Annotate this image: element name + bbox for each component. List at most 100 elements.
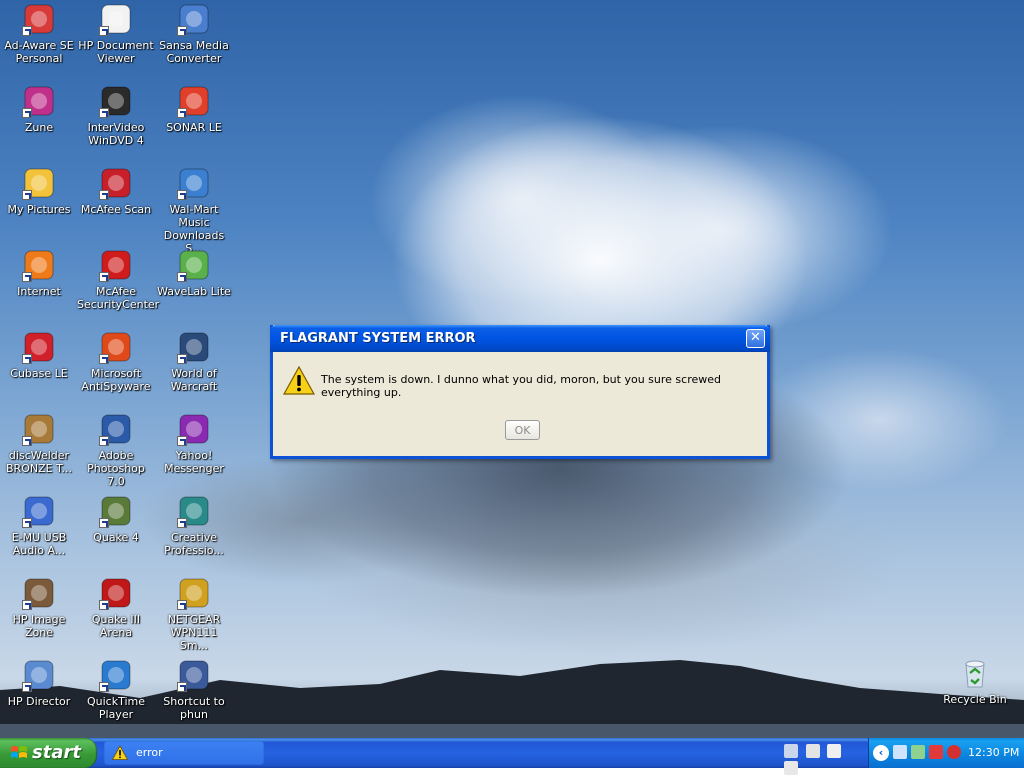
- volume-icon[interactable]: [784, 761, 798, 775]
- desktop-icon[interactable]: Zune: [0, 84, 78, 134]
- desktop-icon[interactable]: Wal-Mart Music Downloads S...: [155, 166, 233, 255]
- pen-tool-icon[interactable]: [784, 744, 798, 758]
- wow-icon: [177, 330, 211, 364]
- shortcut-arrow-icon: [99, 600, 109, 610]
- desktop-icon[interactable]: SONAR LE: [155, 84, 233, 134]
- desktop-icon-label: Creative Professio...: [164, 531, 224, 557]
- desktop-icon-label: McAfee Scan: [80, 203, 152, 216]
- desktop-icon-label: Microsoft AntiSpyware: [81, 367, 151, 393]
- ad-aware-icon: [22, 2, 56, 36]
- shortcut-arrow-icon: [177, 190, 187, 200]
- desktop-icon[interactable]: Yahoo! Messenger: [155, 412, 233, 475]
- netgear-icon: [177, 576, 211, 610]
- desktop-icon-label: HP Image Zone: [12, 613, 66, 639]
- aim-icon[interactable]: [929, 745, 943, 759]
- desktop-icon[interactable]: McAfee Scan: [77, 166, 155, 216]
- shortcut-arrow-icon: [22, 354, 32, 364]
- discwelder-icon: [22, 412, 56, 446]
- desktop-icon[interactable]: discWelder BRONZE T...: [0, 412, 78, 475]
- desktop-icon-label: InterVideo WinDVD 4: [87, 121, 145, 147]
- recycle-bin-label: Recycle Bin: [943, 693, 1007, 706]
- desktop-icon[interactable]: HP Image Zone: [0, 576, 78, 639]
- desktop-icon[interactable]: Internet: [0, 248, 78, 298]
- desktop-icon[interactable]: Shortcut to phun: [155, 658, 233, 721]
- shortcut-arrow-icon: [177, 600, 187, 610]
- display-icon[interactable]: [911, 745, 925, 759]
- desktop-icon[interactable]: NETGEAR WPN111 Sm...: [155, 576, 233, 652]
- desktop-icon-label: Ad-Aware SE Personal: [4, 39, 74, 65]
- zune-icon: [22, 84, 56, 118]
- shortcut-window-icon: [177, 658, 211, 692]
- desktop-icon[interactable]: QuickTime Player: [77, 658, 155, 721]
- shortcut-arrow-icon: [22, 108, 32, 118]
- recycle-bin[interactable]: Recycle Bin: [940, 656, 1010, 706]
- security-shield-icon[interactable]: [947, 745, 961, 759]
- wavelab-icon: [177, 248, 211, 282]
- desktop-icon[interactable]: Cubase LE: [0, 330, 78, 380]
- error-dialog: FLAGRANT SYSTEM ERROR ✕ The system is do…: [270, 325, 770, 459]
- hp-image-zone-icon: [22, 576, 56, 610]
- walmart-music-icon: [177, 166, 211, 200]
- desktop-icon[interactable]: Adobe Photoshop 7.0: [77, 412, 155, 488]
- desktop-icon-label: HP Director: [7, 695, 71, 708]
- keyboard-icon[interactable]: [805, 744, 820, 758]
- desktop-icon-label: Cubase LE: [10, 367, 68, 380]
- mcafee-securitycenter-icon: [99, 248, 133, 282]
- antispyware-icon: [99, 330, 133, 364]
- clock[interactable]: 12:30 PM: [968, 746, 1019, 759]
- desktop-icon-label: E-MU USB Audio A...: [11, 531, 67, 557]
- shortcut-arrow-icon: [22, 600, 32, 610]
- desktop-icon[interactable]: InterVideo WinDVD 4: [77, 84, 155, 147]
- desktop-icon[interactable]: HP Document Viewer: [77, 2, 155, 65]
- desktop-icon-label: Sansa Media Converter: [159, 39, 229, 65]
- close-icon: ✕: [750, 330, 761, 345]
- desktop-icon[interactable]: Creative Professio...: [155, 494, 233, 557]
- show-hidden-icons-button[interactable]: ‹: [873, 745, 889, 761]
- shortcut-arrow-icon: [22, 272, 32, 282]
- warning-icon: [283, 365, 315, 395]
- windows-flag-icon: [11, 746, 27, 758]
- quick-launch-icons: [784, 744, 864, 775]
- desktop-icon-label: Quake III Arena: [91, 613, 141, 639]
- network-icon[interactable]: [893, 745, 907, 759]
- desktop-icon-label: Adobe Photoshop 7.0: [87, 449, 145, 488]
- cubase-icon: [22, 330, 56, 364]
- shortcut-arrow-icon: [177, 108, 187, 118]
- desktop-icon[interactable]: Sansa Media Converter: [155, 2, 233, 65]
- desktop-icon-label: Internet: [17, 285, 61, 298]
- shortcut-arrow-icon: [22, 190, 32, 200]
- desktop-icon-label: World of Warcraft: [170, 367, 218, 393]
- shortcut-arrow-icon: [99, 108, 109, 118]
- desktop-icon[interactable]: Quake 4: [77, 494, 155, 544]
- desktop-icon[interactable]: WaveLab Lite: [155, 248, 233, 298]
- shortcut-arrow-icon: [177, 436, 187, 446]
- desktop-icon-label: WaveLab Lite: [157, 285, 231, 298]
- close-button[interactable]: ✕: [746, 329, 765, 348]
- quicktime-icon: [99, 658, 133, 692]
- shortcut-arrow-icon: [177, 682, 187, 692]
- warning-icon: [112, 745, 128, 760]
- desktop-icon[interactable]: World of Warcraft: [155, 330, 233, 393]
- help-icon[interactable]: [827, 744, 841, 758]
- start-button[interactable]: start: [0, 738, 97, 768]
- shortcut-arrow-icon: [22, 682, 32, 692]
- desktop-icon-label: discWelder BRONZE T...: [6, 449, 72, 475]
- desktop-icon[interactable]: E-MU USB Audio A...: [0, 494, 78, 557]
- desktop-icon-label: Zune: [24, 121, 54, 134]
- desktop-icon[interactable]: McAfee SecurityCenter: [77, 248, 160, 311]
- ok-button[interactable]: OK: [505, 420, 540, 440]
- desktop-icon-label: McAfee SecurityCenter: [77, 285, 160, 311]
- desktop-icon[interactable]: My Pictures: [0, 166, 78, 216]
- desktop-icon[interactable]: Ad-Aware SE Personal: [0, 2, 78, 65]
- desktop-icon[interactable]: Microsoft AntiSpyware: [77, 330, 155, 393]
- shortcut-arrow-icon: [22, 26, 32, 36]
- desktop-icon-label: HP Document Viewer: [78, 39, 154, 65]
- desktop-icon[interactable]: HP Director: [0, 658, 78, 708]
- desktop-icon-label: My Pictures: [7, 203, 71, 216]
- dialog-titlebar[interactable]: FLAGRANT SYSTEM ERROR ✕: [270, 325, 770, 352]
- shortcut-arrow-icon: [99, 26, 109, 36]
- my-pictures-icon: [22, 166, 56, 200]
- desktop-icon[interactable]: Quake III Arena: [77, 576, 155, 639]
- firefox-icon: [22, 248, 56, 282]
- taskbar-button-error[interactable]: error: [104, 741, 264, 765]
